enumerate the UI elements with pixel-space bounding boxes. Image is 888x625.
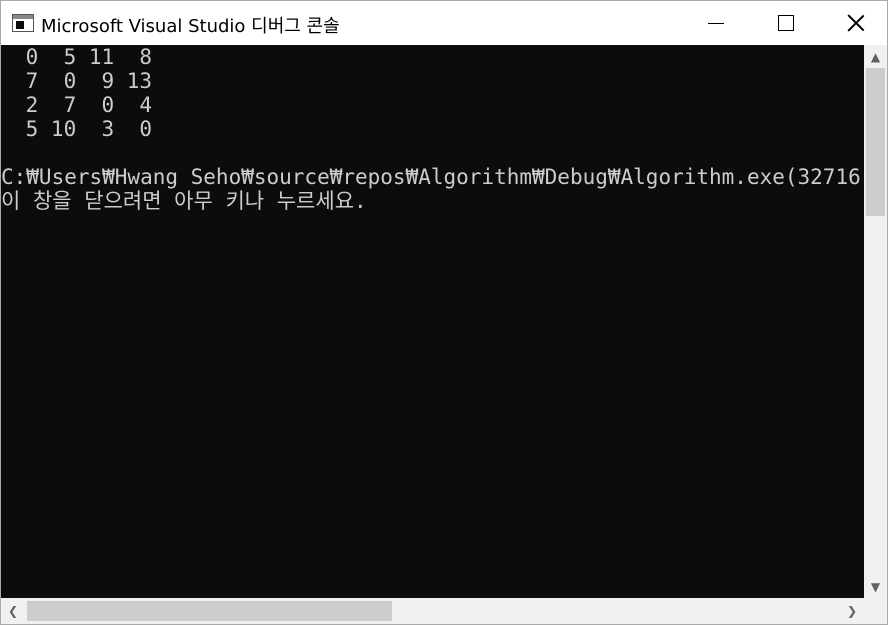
app-icon-bar [13,15,33,19]
close-button[interactable] [821,1,888,45]
chevron-down-icon[interactable]: ▼ [864,575,887,598]
console-app-icon[interactable] [12,14,34,32]
vertical-scrollbar[interactable]: ▲ ▼ [864,45,887,598]
chevron-left-icon[interactable]: ❮ [1,598,25,624]
minimize-button[interactable] [681,1,751,45]
minimize-icon [708,22,724,24]
horizontal-scrollbar[interactable]: ❮ ❯ [1,598,864,624]
app-icon-screen [16,21,24,29]
maximize-icon [778,15,794,31]
close-icon [847,14,865,32]
output-line: 0 5 11 8 [13,45,153,69]
console-window: Microsoft Visual Studio 디버그 콘솔 0 5 11 8 … [0,0,888,625]
chevron-right-icon[interactable]: ❯ [840,598,864,624]
exit-path-line: C:₩Users₩Hwang Seho₩source₩repos₩Algorit… [1,165,864,189]
maximize-button[interactable] [751,1,821,45]
output-line: 2 7 0 4 [13,93,153,117]
output-line: 7 0 9 13 [13,69,153,93]
output-line: 5 10 3 0 [13,117,153,141]
chevron-up-icon[interactable]: ▲ [864,45,887,68]
horizontal-scroll-thumb[interactable] [27,601,392,621]
window-title: Microsoft Visual Studio 디버그 콘솔 [41,16,340,37]
vertical-scroll-thumb[interactable] [866,68,885,216]
title-bar[interactable]: Microsoft Visual Studio 디버그 콘솔 [1,1,887,45]
scrollbar-corner [864,598,887,624]
console-output[interactable]: 0 5 11 8 7 0 9 13 2 7 0 4 5 10 3 0 C:₩Us… [1,45,864,598]
press-key-line: 이 창을 닫으려면 아무 키나 누르세요. [1,189,367,213]
